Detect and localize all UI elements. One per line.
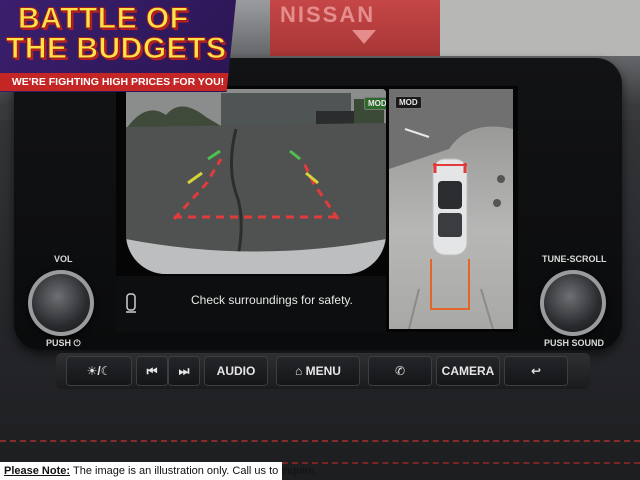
push-sound-label: PUSH SOUND (544, 338, 605, 348)
parked-car (316, 111, 356, 125)
dealer-sign-text: NISSAN (280, 2, 376, 27)
menu-button[interactable]: ⌂ MENU (276, 356, 360, 386)
next-track-button[interactable]: ⏭ (168, 356, 200, 386)
disclaimer: Please Note: The image is an illustratio… (0, 462, 317, 480)
promo-banner: BATTLE OF THE BUDGETS WE'RE FIGHTING HIG… (0, 0, 236, 92)
camera-mod-badge[interactable]: MOD (364, 97, 386, 110)
dash-stitching (0, 440, 640, 442)
prev-track-button[interactable]: ⏮ (136, 356, 168, 386)
rear-camera-scene (126, 89, 386, 274)
safety-message: Check surroundings for safety. (191, 293, 353, 307)
sonar-sensor-icon (126, 293, 136, 313)
tune-scroll-knob[interactable] (540, 270, 606, 336)
birdseye-scene (389, 89, 513, 329)
back-button[interactable]: ↩ (504, 356, 568, 386)
banner-subline: WE'RE FIGHTING HIGH PRICES FOR YOU! (0, 73, 236, 91)
vol-label: VOL (54, 254, 73, 264)
tune-scroll-label: TUNE-SCROLL (542, 254, 607, 264)
day-night-button[interactable]: ☀/☾ (66, 356, 132, 386)
ground-object (497, 175, 505, 183)
sign-chevron (352, 30, 376, 44)
car-windshield (438, 181, 462, 209)
banner-title-line2: THE BUDGETS (6, 32, 227, 66)
push-power-label: PUSH ⏻ (46, 338, 81, 348)
disclaimer-prefix: Please Note: (4, 465, 71, 477)
audio-button[interactable]: AUDIO (204, 356, 268, 386)
camera-button[interactable]: CAMERA (436, 356, 500, 386)
phone-button[interactable]: ✆ (368, 356, 432, 386)
disclaimer-text: The image is an illustration only. Call … (73, 465, 318, 477)
rear-path-guide (430, 259, 470, 310)
birdseye-mod-badge[interactable]: MOD (395, 96, 422, 109)
banner-title-line1: BATTLE OF (18, 2, 189, 36)
volume-knob[interactable] (28, 270, 94, 336)
car-roof (438, 213, 462, 237)
rear-camera-view: MOD (126, 89, 386, 274)
building (440, 0, 640, 56)
dealer-sign: NISSAN (270, 0, 440, 56)
birdseye-view: MOD (389, 89, 513, 329)
ground-object (493, 199, 501, 207)
infotainment-screen: MOD MOD Check surroundings for safety. (116, 86, 518, 332)
